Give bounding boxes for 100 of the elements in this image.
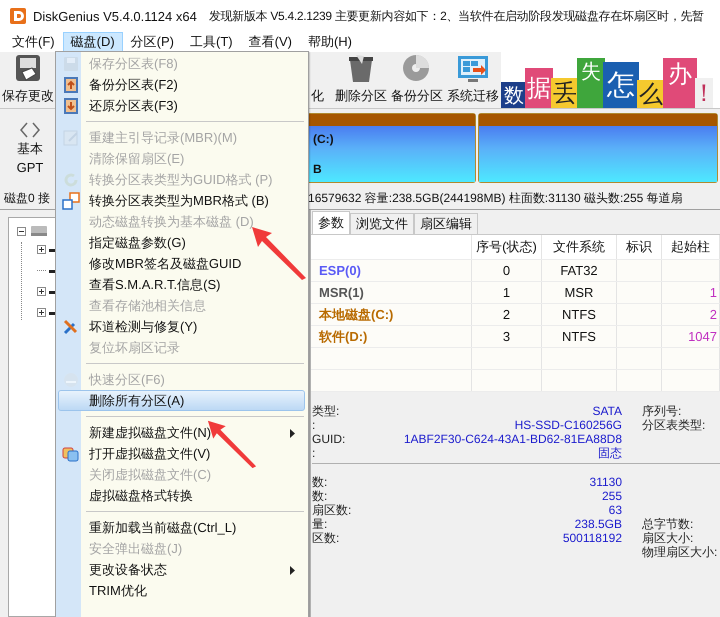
tab[interactable]: 参数 bbox=[312, 211, 350, 234]
field-label: 物理扇区大小: bbox=[642, 545, 718, 559]
menu-item[interactable]: 文件(F) bbox=[4, 32, 63, 52]
partition-size: B bbox=[313, 162, 322, 176]
field-value: 固态 bbox=[598, 446, 622, 460]
field-label: 数: bbox=[312, 475, 328, 489]
table-cell: NTFS bbox=[542, 326, 617, 347]
field-label: 序列号: bbox=[642, 404, 682, 418]
partition-style: GPT bbox=[16, 160, 44, 174]
menu-item[interactable]: 删除所有分区(A) bbox=[58, 390, 305, 411]
menu-item[interactable]: 备份分区表(F2) bbox=[58, 74, 305, 95]
menu-item[interactable]: 重新加载当前磁盘(Ctrl_L) bbox=[58, 517, 305, 538]
field-label: 量: bbox=[312, 517, 328, 531]
banner-tile: 失 bbox=[577, 58, 605, 108]
menu-item[interactable]: 还原分区表(F3) bbox=[58, 95, 305, 116]
field-value: HS-SSD-C160256G bbox=[514, 418, 622, 432]
field-label: : bbox=[312, 446, 316, 460]
partition-name: 本地磁盘(C:) bbox=[311, 304, 472, 325]
update-notice[interactable]: 发现新版本 V5.4.2.1239 主要更新内容如下：2、当软件在启动阶段发现磁盘存在坏扇区时，先暂 bbox=[208, 8, 704, 24]
collapse-icon[interactable] bbox=[17, 226, 26, 236]
banner-tile: 么 bbox=[637, 80, 665, 108]
field-label: 类型: bbox=[312, 404, 340, 418]
menu-item[interactable]: 磁盘(D) bbox=[62, 32, 123, 52]
column-header[interactable]: 序号(状态) bbox=[472, 235, 542, 259]
banner-tile: 数 bbox=[501, 82, 527, 108]
menu-item[interactable]: 打开虚拟磁盘文件(V) bbox=[58, 443, 305, 464]
menu-item[interactable]: 指定磁盘参数(G) bbox=[58, 232, 305, 253]
field-value: 63 bbox=[608, 503, 622, 517]
disk-type: 基本 bbox=[17, 140, 43, 158]
expand-icon[interactable] bbox=[37, 308, 46, 317]
field-value: 255 bbox=[602, 489, 622, 503]
table-up-icon bbox=[62, 76, 80, 94]
partition-body[interactable] bbox=[479, 126, 717, 182]
column-header[interactable]: 标识 bbox=[617, 235, 662, 259]
menu-item[interactable]: 分区(P) bbox=[122, 32, 182, 52]
table-cell: 2 bbox=[662, 304, 720, 325]
menu-item[interactable]: 虚拟磁盘格式转换 bbox=[58, 485, 305, 506]
field-value: 238.5GB bbox=[574, 517, 622, 531]
table-cell: 1 bbox=[472, 282, 542, 303]
table-cell: 2 bbox=[472, 304, 542, 325]
field-value: 500118192 bbox=[562, 531, 622, 545]
partition-name: MSR(1) bbox=[311, 282, 472, 303]
prev-icon[interactable] bbox=[19, 122, 29, 138]
tools-icon bbox=[62, 318, 80, 336]
toolbar-button[interactable]: 系统迁移 bbox=[445, 52, 501, 108]
table-cell: 0 bbox=[472, 260, 542, 281]
menu-item[interactable]: 新建虚拟磁盘文件(N) bbox=[58, 422, 305, 443]
toolbar-button[interactable]: 化 bbox=[311, 52, 333, 108]
field-label: : bbox=[312, 418, 316, 432]
expand-icon[interactable] bbox=[37, 245, 46, 254]
toolbar-button[interactable]: 保存更改 bbox=[0, 52, 56, 108]
banner-tile: ！ bbox=[695, 78, 713, 108]
menu-item[interactable]: 工具(T) bbox=[182, 32, 241, 52]
partition-name: ESP(0) bbox=[311, 260, 472, 281]
field-value: SATA bbox=[592, 404, 622, 418]
banner-tile: 怎 bbox=[603, 62, 639, 108]
field-label: 扇区大小: bbox=[642, 531, 694, 545]
partition-label: (C:) bbox=[313, 132, 334, 146]
disk-info: 磁盘0 接 bbox=[4, 190, 50, 206]
menu-item[interactable]: 更改设备状态 bbox=[58, 559, 305, 580]
field-label: 数: bbox=[312, 489, 328, 503]
menu-item[interactable]: 查看S.M.A.R.T.信息(S) bbox=[58, 274, 305, 295]
toolbar-button[interactable]: 删除分区 bbox=[333, 52, 389, 108]
expand-icon[interactable] bbox=[37, 287, 46, 296]
disc-icon bbox=[62, 370, 80, 388]
banner-tile: 丢 bbox=[551, 78, 579, 108]
squares-icon bbox=[62, 192, 80, 210]
column-header[interactable]: 起始柱 bbox=[662, 235, 720, 259]
menu-item[interactable]: 帮助(H) bbox=[300, 32, 360, 52]
menu-item[interactable]: 修改MBR签名及磁盘GUID bbox=[58, 253, 305, 274]
field-label: 分区表类型: bbox=[642, 418, 706, 432]
table-cell: 3 bbox=[472, 326, 542, 347]
table-cell: FAT32 bbox=[542, 260, 617, 281]
floppy-icon bbox=[62, 54, 80, 72]
tab[interactable]: 扇区编辑 bbox=[414, 213, 478, 234]
squares-icon bbox=[62, 444, 80, 462]
table-cell: 1047 bbox=[662, 326, 720, 347]
table-cell: MSR bbox=[542, 282, 617, 303]
field-value: 31130 bbox=[590, 475, 622, 489]
next-icon[interactable] bbox=[31, 122, 41, 138]
window-title: DiskGenius V5.4.0.1124 x64 bbox=[33, 8, 197, 24]
field-label: 扇区数: bbox=[312, 503, 352, 517]
partition-name: 软件(D:) bbox=[311, 326, 472, 347]
pencil-page-icon bbox=[62, 128, 80, 146]
table-cell: NTFS bbox=[542, 304, 617, 325]
menu-item[interactable]: 坏道检测与修复(Y) bbox=[58, 316, 305, 337]
column-header[interactable]: 文件系统 bbox=[542, 235, 617, 259]
logo-icon bbox=[10, 8, 26, 24]
table-cell: 1 bbox=[662, 282, 720, 303]
banner-tile: 办 bbox=[663, 58, 697, 108]
toolbar-button[interactable]: 备份分区 bbox=[389, 52, 445, 108]
banner-tile: 据 bbox=[525, 68, 553, 108]
field-label: 区数: bbox=[312, 531, 340, 545]
menu-item[interactable]: 转换分区表类型为MBR格式 (B) bbox=[58, 190, 305, 211]
menu-item[interactable]: TRIM优化 bbox=[58, 580, 305, 601]
tab[interactable]: 浏览文件 bbox=[350, 213, 414, 234]
disk-info: 16579632 容量:238.5GB(244198MB) 柱面数:31130 磁头数:255 每道扇 bbox=[308, 190, 683, 206]
field-label: 总字节数: bbox=[642, 517, 694, 531]
field-value: 1ABF2F30-C624-43A1-BD62-81EA88D8 bbox=[404, 432, 622, 446]
menu-item[interactable]: 查看(V) bbox=[240, 32, 300, 52]
